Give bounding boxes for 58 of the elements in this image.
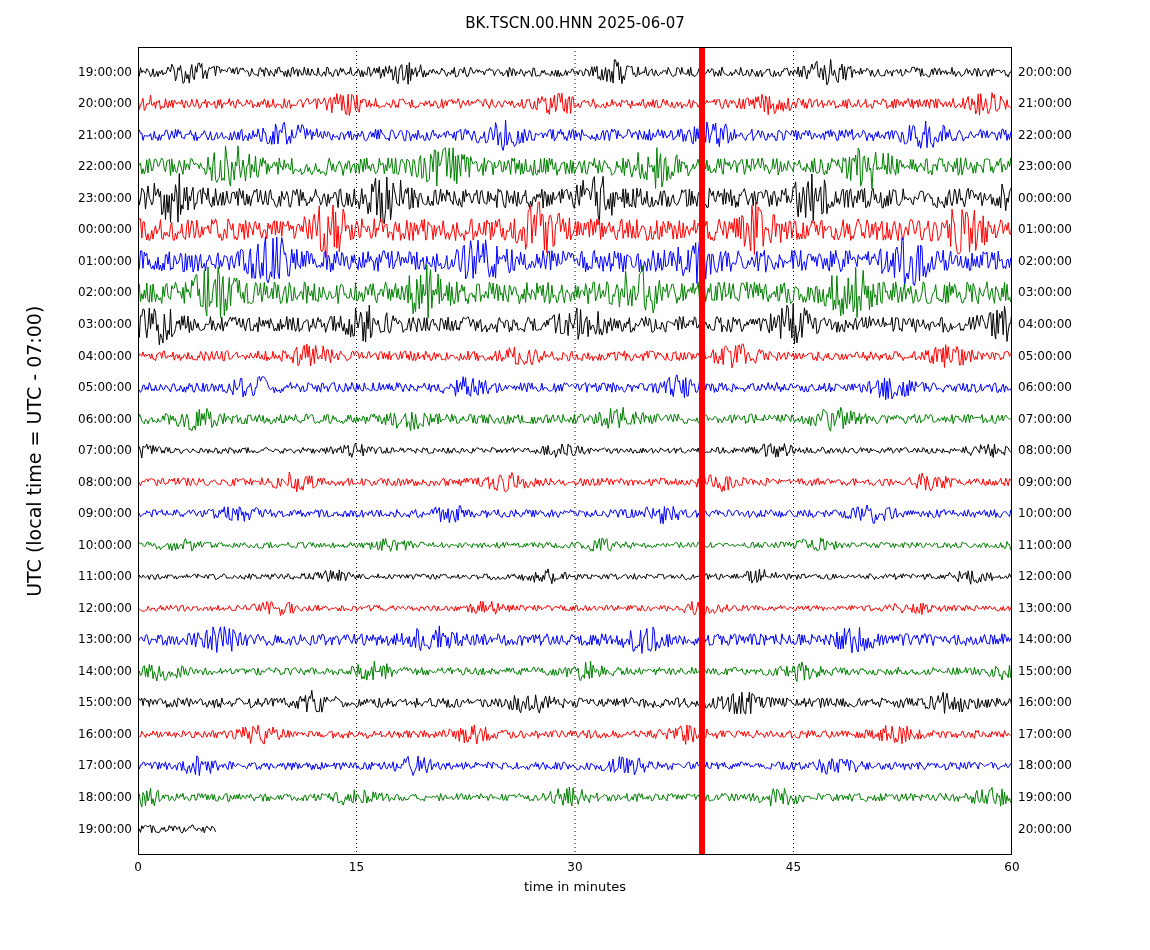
hour-label: 19:00:00 [78,63,132,81]
x-axis-label: time in minutes [523,878,627,896]
hour-label: 01:00:00 [78,252,132,270]
hour-label: 09:00:00 [78,505,132,523]
hour-label: 18:00:00 [1018,757,1072,775]
hour-label: 07:00:00 [1018,410,1072,428]
y-axis-label: UTC (local time = UTC - 07:00) [22,305,47,597]
hour-label: 06:00:00 [78,410,132,428]
hour-label: 03:00:00 [78,316,132,333]
hour-label: 02:00:00 [78,284,132,302]
hour-label: 06:00:00 [1018,379,1072,397]
hour-label: 13:00:00 [78,631,132,649]
hour-label: 20:00:00 [1018,63,1072,81]
hour-label: 14:00:00 [78,662,132,680]
hour-label: 21:00:00 [1018,95,1072,113]
hour-label: 11:00:00 [78,568,132,586]
hour-label: 08:00:00 [1018,442,1072,460]
plot-title: BK.TSCN.00.HNN 2025-06-07 [465,13,685,35]
hour-label: 20:00:00 [78,95,132,113]
hour-label: 05:00:00 [78,379,132,397]
hour-label: 09:00:00 [1018,473,1072,491]
hour-label: 22:00:00 [78,158,132,176]
hour-label: 05:00:00 [1018,347,1072,365]
hour-label: 00:00:00 [1018,189,1072,207]
hour-label: 04:00:00 [78,347,132,365]
hour-label: 12:00:00 [1018,568,1072,586]
hour-label: 16:00:00 [1018,694,1072,712]
hour-label: 18:00:00 [78,789,132,806]
hour-label: 16:00:00 [78,725,132,743]
hour-label: 00:00:00 [78,221,132,239]
hour-label: 14:00:00 [1018,631,1072,649]
hour-label: 11:00:00 [1018,536,1072,554]
x-tick-label: 60 [1004,859,1020,876]
x-tick-label: 30 [567,859,583,876]
x-tick-label: 45 [785,859,802,876]
hour-label: 03:00:00 [1018,284,1072,302]
hour-label: 15:00:00 [1018,662,1072,680]
hour-label: 02:00:00 [1018,252,1072,270]
hour-label: 17:00:00 [1018,725,1072,743]
hour-label: 19:00:00 [78,820,132,838]
hour-label: 23:00:00 [1018,158,1072,176]
hour-label: 20:00:00 [1018,820,1072,838]
hour-label: 10:00:00 [78,536,132,554]
hour-label: 10:00:00 [1018,505,1072,523]
hour-label: 23:00:00 [78,189,132,207]
hour-label: 07:00:00 [78,442,132,460]
hour-label: 01:00:00 [1018,221,1072,239]
hour-label: 12:00:00 [78,599,132,617]
hour-label: 04:00:00 [1018,316,1072,333]
hour-label: 15:00:00 [78,694,132,712]
hour-label: 08:00:00 [78,473,132,491]
hour-label: 17:00:00 [78,757,132,775]
x-tick-label: 0 [134,859,142,876]
hour-label: 19:00:00 [1018,789,1072,806]
hour-label: 22:00:00 [1018,126,1072,144]
hour-label: 13:00:00 [1018,599,1072,617]
x-tick-label: 15 [348,859,365,876]
hour-label: 21:00:00 [78,126,132,144]
